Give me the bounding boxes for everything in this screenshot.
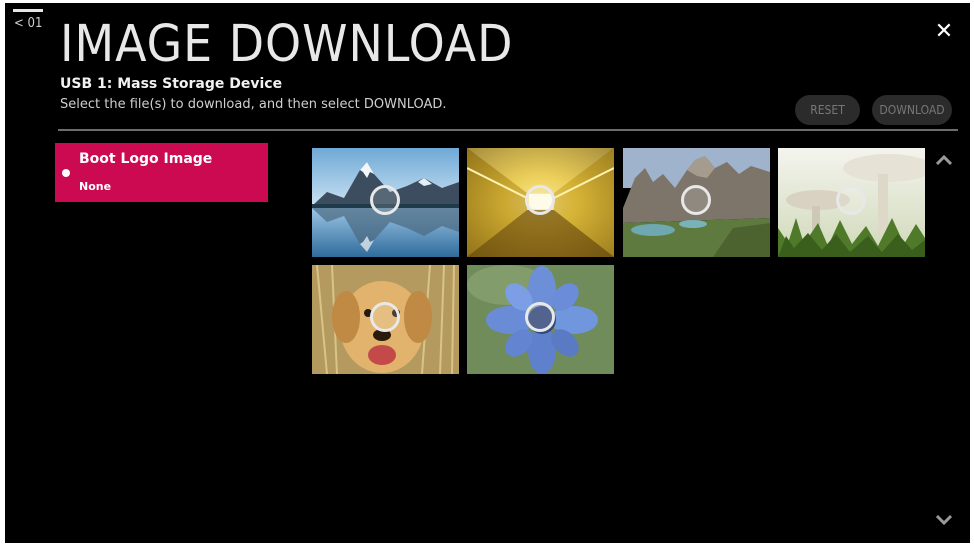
mushrooms-thumbnail[interactable] — [778, 148, 925, 257]
tv-screen: < 01 IMAGE DOWNLOAD ✕ USB 1: Mass Storag… — [5, 3, 970, 543]
chevron-up-icon[interactable] — [934, 153, 954, 167]
golden-tunnel-thumbnail[interactable] — [467, 148, 614, 257]
select-circle-icon[interactable] — [525, 185, 555, 215]
back-label: < 01 — [14, 16, 43, 31]
select-circle-icon[interactable] — [836, 185, 866, 215]
golden-retriever-thumbnail[interactable] — [312, 265, 459, 374]
header-divider — [58, 129, 958, 131]
back-button[interactable]: < 01 — [13, 9, 45, 37]
alpine-valley-thumbnail[interactable] — [623, 148, 770, 257]
close-icon[interactable]: ✕ — [933, 21, 955, 43]
mountain-lake-thumbnail[interactable] — [312, 148, 459, 257]
reset-button[interactable]: RESET — [795, 95, 860, 125]
instruction-text: Select the file(s) to download, and then… — [60, 97, 447, 112]
select-circle-icon[interactable] — [370, 185, 400, 215]
back-indicator-bar — [13, 9, 43, 12]
select-circle-icon[interactable] — [525, 302, 555, 332]
category-name: Boot Logo Image — [79, 151, 213, 167]
category-boot-logo-image[interactable]: Boot Logo Image None — [55, 143, 268, 202]
category-value: None — [79, 180, 112, 193]
device-label: USB 1: Mass Storage Device — [60, 76, 283, 92]
select-circle-icon[interactable] — [681, 185, 711, 215]
selected-dot-icon — [62, 169, 70, 177]
blue-flower-thumbnail[interactable] — [467, 265, 614, 374]
chevron-down-icon[interactable] — [934, 513, 954, 527]
download-button[interactable]: DOWNLOAD — [872, 95, 952, 125]
page-title: IMAGE DOWNLOAD — [60, 15, 514, 74]
select-circle-icon[interactable] — [370, 302, 400, 332]
